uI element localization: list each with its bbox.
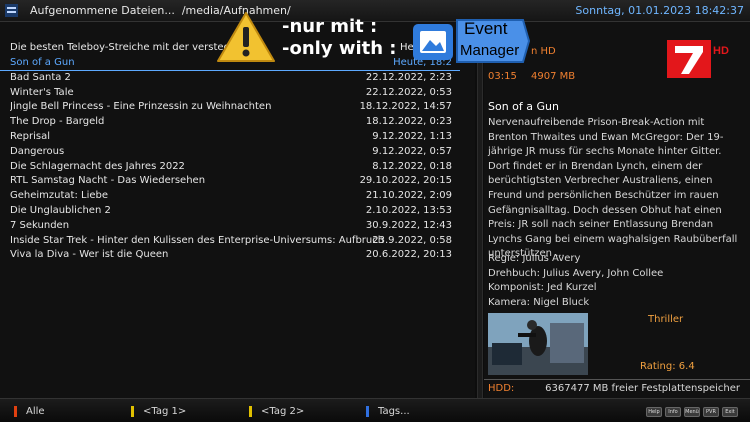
recording-date: 18.12.2022, 14:57: [359, 101, 452, 113]
recording-title: RTL Samstag Nacht - Das Wiedersehen: [10, 175, 206, 187]
yellow-key-icon: [131, 406, 134, 417]
recording-title: Die Unglaublichen 2: [10, 204, 111, 216]
overlay-line-de: -nur mit :: [282, 16, 378, 37]
event-manager-badge-line1: Event: [464, 19, 508, 38]
recording-date: 8.12.2022, 0:18: [372, 160, 452, 172]
recording-title: Bad Santa 2: [10, 71, 71, 83]
credit-composer: Komponist: Jed Kurzel: [488, 282, 597, 294]
recording-title: Dangerous: [10, 145, 65, 157]
recording-date: 9.12.2022, 1:13: [372, 130, 452, 142]
red-key-all[interactable]: Alle: [14, 406, 45, 417]
recording-duration: 03:15: [488, 71, 517, 82]
menu-button[interactable]: Menü: [684, 407, 700, 417]
recording-title: Jingle Bell Princess - Eine Prinzessin z…: [10, 101, 272, 113]
list-item[interactable]: Die Unglaublichen 2 2.10.2022, 13:53: [0, 204, 460, 219]
key-hint-bar: Alle <Tag 1> <Tag 2> Tags... Help Info M…: [0, 398, 750, 422]
recording-date: 22.12.2022, 2:23: [365, 71, 452, 83]
divider: [484, 379, 750, 380]
hdd-free-space: 6367477 MB freier Festplattenspeicher: [545, 383, 740, 394]
recording-date: 2.10.2022, 13:53: [365, 204, 452, 216]
program-rating: Rating: 6.4: [640, 361, 695, 372]
yellow-key-tag2[interactable]: <Tag 2>: [249, 406, 304, 417]
hdd-label: HDD:: [488, 383, 515, 394]
program-thumbnail: [488, 313, 588, 375]
info-button[interactable]: Info: [665, 407, 681, 417]
credit-director: Regie: Julius Avery: [488, 253, 581, 264]
program-credits: Regie: Julius Avery Drehbuch: Julius Ave…: [488, 252, 663, 310]
overlay-line-en: -only with :: [282, 38, 397, 59]
scrollbar[interactable]: [477, 22, 483, 398]
recording-title: 7 Sekunden: [10, 219, 70, 231]
clock: Sonntag, 01.01.2023 18:42:37: [575, 4, 744, 17]
event-manager-badge-line2: Manager: [460, 42, 520, 59]
channel-logo-icon: HD: [667, 40, 729, 78]
recording-title: Geheimzutat: Liebe: [10, 190, 109, 202]
svg-text:HD: HD: [713, 45, 729, 57]
recording-title: Die Schlagernacht des Jahres 2022: [10, 160, 185, 172]
app-logo-icon: [5, 4, 18, 17]
recordings-list: Son of a Gun Heute, 18:2 Bad Santa 2 22.12.…: [0, 56, 460, 263]
recording-title: Inside Star Trek - Hinter den Kulissen d…: [10, 234, 385, 246]
recording-date: 18.12.2022, 0:23: [365, 116, 452, 128]
channel-name: n HD: [531, 46, 556, 57]
program-title: Son of a Gun: [488, 100, 559, 113]
details-panel: n HD 03:15 4907 MB HD Son of a Gun Nerve…: [484, 22, 750, 398]
program-description: Nervenaufreibende Prison-Break-Action mi…: [488, 117, 738, 260]
list-item[interactable]: Die Schlagernacht des Jahres 2022 8.12.20…: [0, 160, 460, 175]
list-item[interactable]: Jingle Bell Princess - Eine Prinzessin z…: [0, 100, 460, 115]
recording-title: Reprisal: [10, 130, 51, 142]
recordings-list-panel: Die besten Teleboy-Streiche mit der vers…: [0, 22, 475, 398]
list-item[interactable]: Viva la Diva - Wer ist die Queen 20.6.202…: [0, 248, 460, 263]
blue-key-tags[interactable]: Tags...: [366, 406, 410, 417]
recording-date: 9.12.2022, 0:57: [372, 145, 452, 157]
recording-title: Winter's Tale: [10, 86, 74, 98]
list-item[interactable]: Reprisal 9.12.2022, 1:13: [0, 130, 460, 145]
recording-date: 22.12.2022, 0:53: [365, 86, 452, 98]
list-item[interactable]: Inside Star Trek - Hinter den Kulissen d…: [0, 234, 460, 249]
credit-camera: Kamera: Nigel Bluck: [488, 296, 590, 308]
recording-title: Viva la Diva - Wer ist die Queen: [10, 249, 169, 261]
yellow-key-tag1[interactable]: <Tag 1>: [131, 406, 186, 417]
list-item[interactable]: 7 Sekunden 30.9.2022, 12:43: [0, 219, 460, 234]
recording-size: 4907 MB: [531, 71, 576, 82]
help-button[interactable]: Help: [646, 407, 662, 417]
recording-date: 29.10.2022, 20:15: [359, 175, 452, 187]
program-genre: Thriller: [648, 314, 684, 325]
list-item[interactable]: Winter's Tale 22.12.2022, 0:53: [0, 86, 460, 101]
recording-date: 30.9.2022, 12:43: [365, 219, 452, 231]
credit-writer: Drehbuch: Julius Avery, John Collee: [488, 267, 664, 279]
recording-title: The Drop - Bargeld: [10, 116, 105, 128]
blue-key-icon: [366, 406, 369, 417]
warning-icon: [217, 12, 275, 62]
recording-date: 20.6.2022, 20:13: [365, 249, 452, 261]
list-item[interactable]: Bad Santa 2 22.12.2022, 2:23: [0, 71, 460, 86]
red-key-icon: [14, 406, 17, 417]
pvr-button[interactable]: PVR: [703, 407, 719, 417]
recording-date: 21.10.2022, 2:09: [365, 190, 452, 202]
list-item[interactable]: Dangerous 9.12.2022, 0:57: [0, 145, 460, 160]
list-item[interactable]: Geheimzutat: Liebe 21.10.2022, 2:09: [0, 189, 460, 204]
list-item[interactable]: The Drop - Bargeld 18.12.2022, 0:23: [0, 115, 460, 130]
list-item[interactable]: RTL Samstag Nacht - Das Wiedersehen 29.10…: [0, 174, 460, 189]
recording-date: 23.9.2022, 0:58: [372, 234, 452, 246]
exit-button[interactable]: Exit: [722, 407, 738, 417]
yellow-key-icon: [249, 406, 252, 417]
